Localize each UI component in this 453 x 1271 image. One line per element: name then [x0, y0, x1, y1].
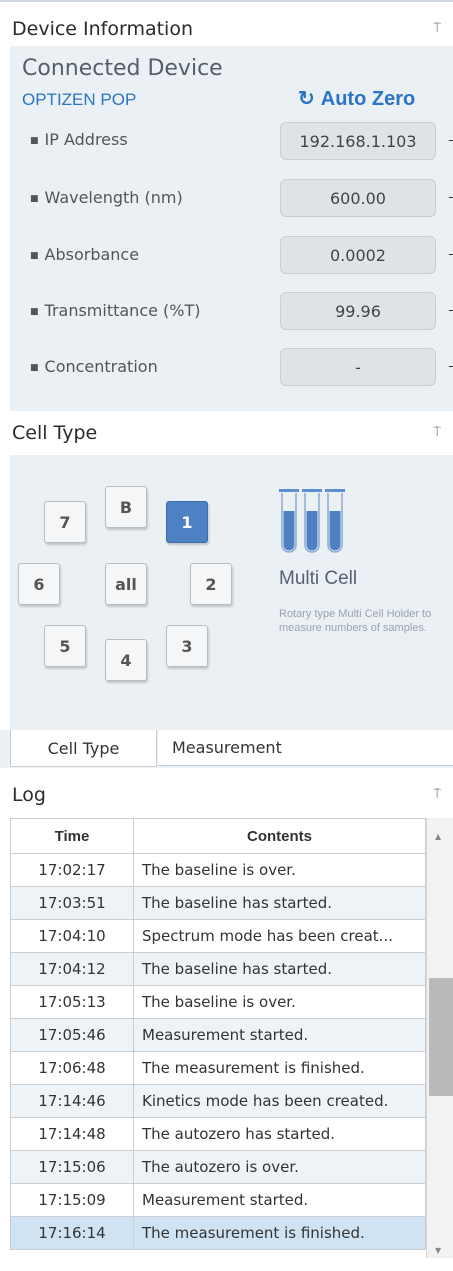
cell-button-2[interactable]: 2 — [190, 563, 232, 605]
refresh-icon: ↻ — [298, 88, 315, 110]
log-row[interactable]: 17:04:12 The baseline has started. — [10, 952, 426, 986]
edge-mark — [449, 254, 453, 255]
pin-icon[interactable]: ⍑ — [433, 21, 441, 36]
cell-type-header: Cell Type ⍑ — [0, 418, 453, 448]
cell-button-3[interactable]: 3 — [166, 625, 208, 667]
log-content-cell: The baseline is over. — [133, 853, 426, 887]
log-row[interactable]: 17:14:48 The autozero has started. — [10, 1117, 426, 1151]
edge-mark — [449, 197, 453, 198]
cell-button-6[interactable]: 6 — [18, 563, 60, 605]
log-title: Log — [12, 784, 46, 806]
auto-zero-button[interactable]: ↻ Auto Zero — [298, 86, 415, 111]
log-time-cell: 17:15:06 — [10, 1150, 134, 1184]
absorbance-label: ■ Absorbance — [30, 245, 140, 264]
concentration-label: ■ Concentration — [30, 357, 158, 376]
log-content-cell: Measurement started. — [133, 1183, 426, 1217]
log-row[interactable]: 17:04:10 Spectrum mode has been creat... — [10, 919, 426, 953]
cell-type-panel: 7 B 1 6 all 2 5 4 3 Multi Cell Rotary ty… — [10, 455, 453, 730]
edge-mark — [449, 366, 453, 367]
edge-mark — [449, 310, 453, 311]
log-row[interactable]: 17:15:06 The autozero is over. — [10, 1150, 426, 1184]
log-time-cell: 17:05:46 — [10, 1018, 134, 1052]
cell-button-1[interactable]: 1 — [166, 501, 208, 543]
log-scrollbar[interactable]: ▲ ▼ — [426, 818, 453, 1258]
log-content-cell: The measurement is finished. — [133, 1051, 426, 1085]
log-time-cell: 17:03:51 — [10, 886, 134, 920]
log-time-cell: 17:15:09 — [10, 1183, 134, 1217]
wavelength-value: 600.00 — [280, 179, 436, 217]
ip-address-value: 192.168.1.103 — [280, 122, 436, 160]
auto-zero-label: Auto Zero — [320, 88, 416, 110]
log-time-cell: 17:05:13 — [10, 985, 134, 1019]
tab-cell-type[interactable]: Cell Type — [10, 730, 157, 767]
log-content-cell: The autozero has started. — [133, 1117, 426, 1151]
log-time-cell: 17:02:17 — [10, 853, 134, 887]
panel-tab-strip: Cell Type Measurement — [0, 730, 453, 768]
test-tube-icon — [325, 489, 345, 553]
cell-button-5[interactable]: 5 — [44, 625, 86, 667]
log-content-cell: The autozero is over. — [133, 1150, 426, 1184]
log-content-cell: Spectrum mode has been creat... — [133, 919, 426, 953]
log-header-row: Time Contents — [10, 818, 426, 854]
tab-measurement[interactable]: Measurement — [158, 730, 453, 766]
log-row[interactable]: 17:06:48 The measurement is finished. — [10, 1051, 426, 1085]
log-time-cell: 17:04:12 — [10, 952, 134, 986]
scroll-thumb[interactable] — [429, 978, 453, 1096]
log-time-cell: 17:04:10 — [10, 919, 134, 953]
log-header: Log ⍑ — [0, 780, 453, 810]
log-time-cell: 17:16:14 — [10, 1216, 134, 1250]
log-content-cell: The measurement is finished. — [133, 1216, 426, 1250]
scroll-up-icon[interactable]: ▲ — [435, 832, 441, 841]
log-time-cell: 17:06:48 — [10, 1051, 134, 1085]
cell-type-title: Cell Type — [12, 422, 98, 444]
log-content-cell: Kinetics mode has been created. — [133, 1084, 426, 1118]
transmittance-label: ■ Transmittance (%T) — [30, 301, 201, 320]
device-name: OPTIZEN POP — [22, 90, 137, 109]
log-row[interactable]: 17:05:13 The baseline is over. — [10, 985, 426, 1019]
concentration-value: - — [280, 348, 436, 386]
log-row[interactable]: 17:16:14 The measurement is finished. — [10, 1216, 426, 1250]
log-row[interactable]: 17:02:17 The baseline is over. — [10, 853, 426, 887]
transmittance-value: 99.96 — [280, 292, 436, 330]
cell-button-4[interactable]: 4 — [105, 639, 147, 681]
multi-cell-title: Multi Cell — [279, 568, 358, 589]
log-row[interactable]: 17:14:46 Kinetics mode has been created. — [10, 1084, 426, 1118]
edge-mark — [449, 140, 453, 141]
log-content-cell: Measurement started. — [133, 1018, 426, 1052]
log-time-cell: 17:14:46 — [10, 1084, 134, 1118]
cell-button-all[interactable]: all — [105, 563, 147, 605]
log-row[interactable]: 17:15:09 Measurement started. — [10, 1183, 426, 1217]
log-time-cell: 17:14:48 — [10, 1117, 134, 1151]
pin-icon[interactable]: ⍑ — [433, 425, 441, 440]
device-info-header: Device Information ⍑ — [0, 14, 453, 44]
cell-button-b[interactable]: B — [105, 486, 147, 528]
connected-device-title: Connected Device — [22, 56, 223, 81]
test-tube-icon — [279, 489, 299, 553]
top-border — [0, 0, 453, 2]
log-content-cell: The baseline is over. — [133, 985, 426, 1019]
test-tube-icon — [302, 489, 322, 553]
contents-column-header[interactable]: Contents — [133, 818, 426, 854]
log-content-cell: The baseline has started. — [133, 886, 426, 920]
device-info-panel: Connected Device OPTIZEN POP ↻ Auto Zero … — [10, 46, 453, 411]
log-row[interactable]: 17:03:51 The baseline has started. — [10, 886, 426, 920]
cell-button-7[interactable]: 7 — [44, 501, 86, 543]
wavelength-label: ■ Wavelength (nm) — [30, 188, 183, 207]
multi-cell-description: Rotary type Multi Cell Holder to measure… — [279, 608, 432, 634]
time-column-header[interactable]: Time — [10, 818, 134, 854]
log-content-cell: The baseline has started. — [133, 952, 426, 986]
pin-icon[interactable]: ⍑ — [433, 787, 441, 802]
scroll-down-icon[interactable]: ▼ — [435, 1246, 441, 1255]
absorbance-value: 0.0002 — [280, 236, 436, 274]
log-table: Time Contents 17:02:17 The baseline is ov… — [10, 818, 426, 1250]
ip-address-label: ■ IP Address — [30, 130, 128, 149]
device-info-title: Device Information — [12, 18, 194, 40]
log-row[interactable]: 17:05:46 Measurement started. — [10, 1018, 426, 1052]
